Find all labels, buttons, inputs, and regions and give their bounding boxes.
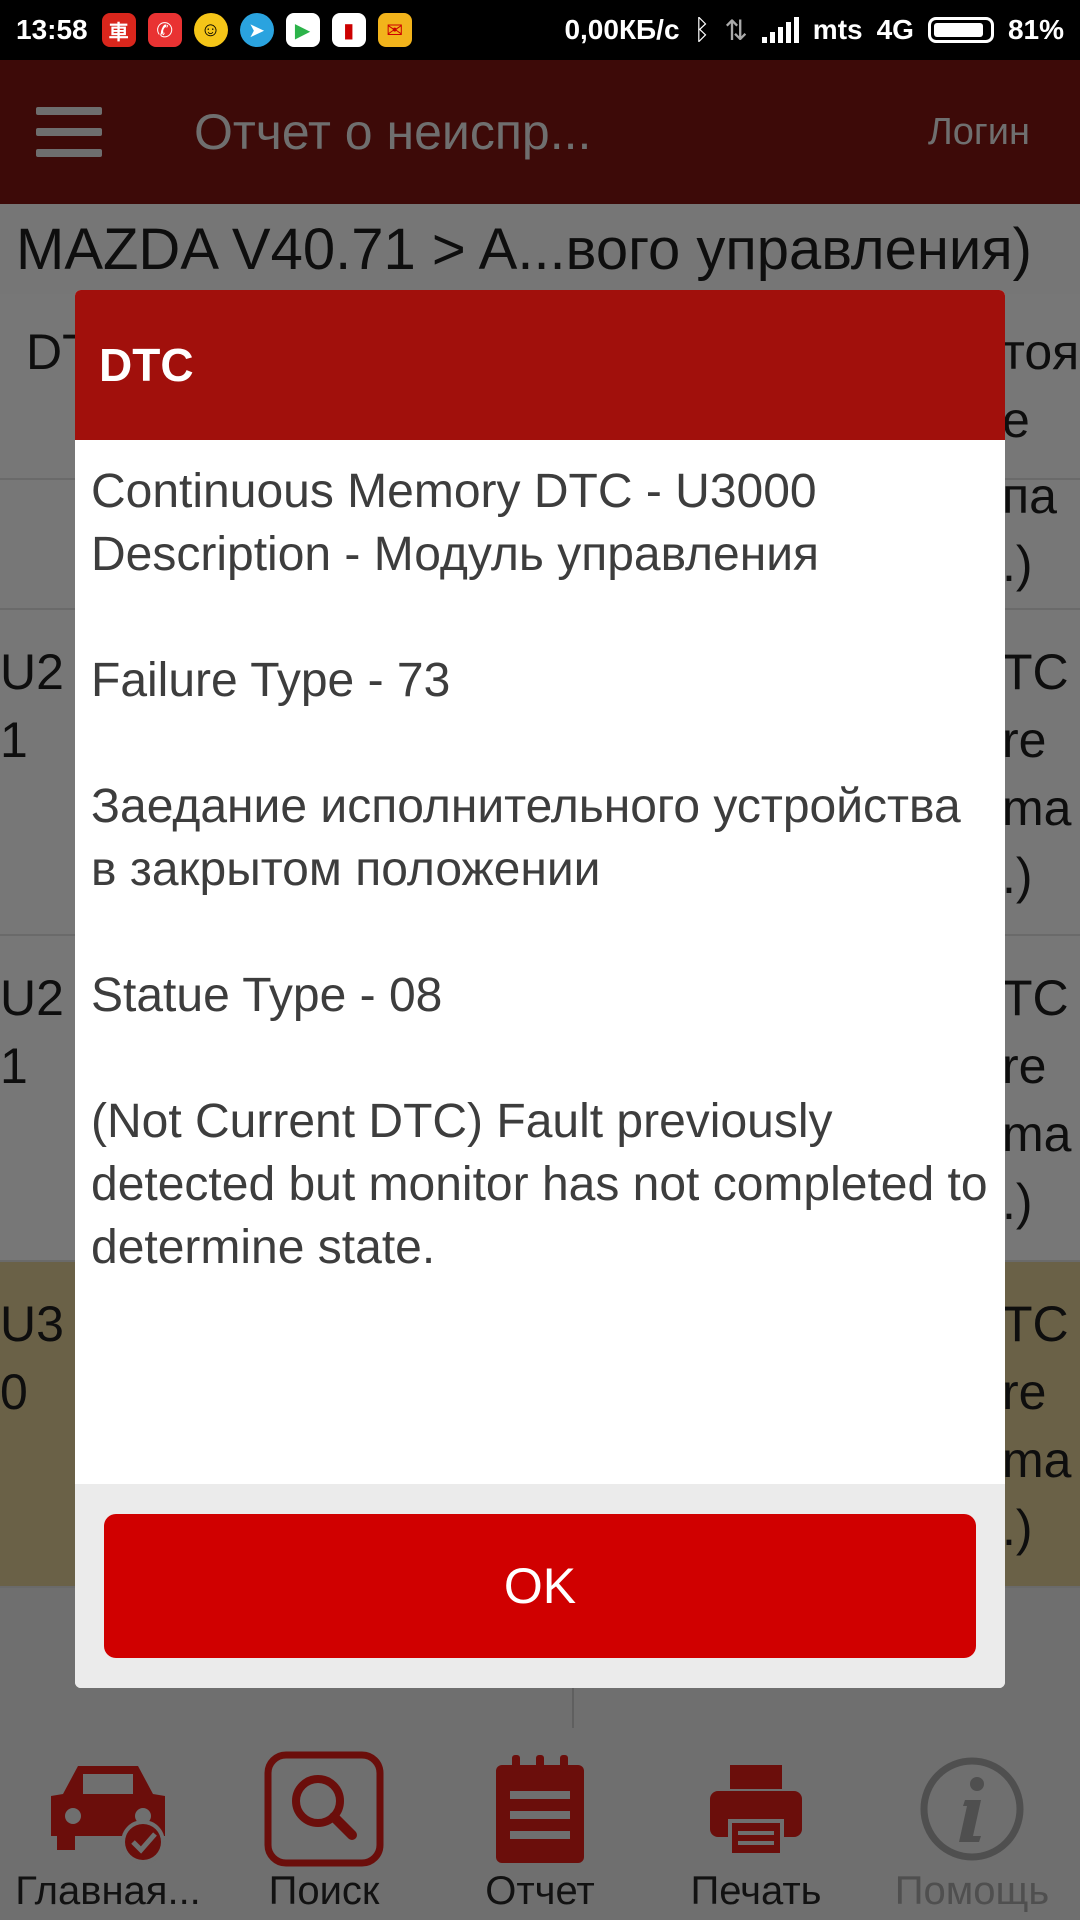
page-title: Отчет о неиспр... [194,104,592,160]
data-arrows-icon: ⇅ [724,14,748,46]
table-header-right: тоя e [1002,324,1080,448]
toolbar-search[interactable]: Поиск [216,1728,432,1920]
dtc-summary: Continuous Memory DTC - U3000 Descriptio… [91,460,989,586]
network-type: 4G [876,14,914,45]
toolbar-print[interactable]: Печать [648,1728,864,1920]
dtc-code-line: Continuous Memory DTC - U3000 [91,465,817,518]
phone-icon: ✆ [147,13,182,47]
toolbar-home-label: Главная... [15,1869,201,1913]
telegram-icon: ➤ [239,13,274,47]
statue-type: Statue Type - 08 [91,969,443,1022]
play-store-icon: ▶ [285,13,320,47]
mail-icon: ✉ [377,13,412,47]
app-bar: Отчет о неиспр... Логин [0,60,1080,204]
car-app-icon: 車 [101,13,136,47]
menu-icon[interactable] [36,107,102,157]
statue-description: (Not Current DTC) Fault previously detec… [91,1095,988,1274]
status-bar: 13:58 車 ✆ ☺ ➤ ▶ ▮ ✉ 0,00КБ/с ᛒ ⇅ mts 4G … [0,0,1080,60]
dialog-title: DTC [75,290,1005,440]
bluetooth-icon: ᛒ [693,14,711,45]
toolbar-search-label: Поиск [268,1869,380,1913]
signal-icon [761,17,799,43]
status-time: 13:58 [16,14,88,45]
app-icon: ▮ [331,13,366,47]
search-icon [264,1749,384,1869]
failure-description: Заедание исполнительного устройства в за… [91,780,961,896]
login-button[interactable]: Логин [928,111,1030,154]
smiley-icon: ☺ [193,13,228,47]
printer-icon [706,1749,806,1869]
notification-icons: 車 ✆ ☺ ➤ ▶ ▮ ✉ [101,13,412,47]
toolbar-help-label: Помощь [894,1869,1050,1913]
toolbar-report[interactable]: Отчет [432,1728,648,1920]
network-speed: 0,00КБ/с [564,14,680,45]
toolbar-print-label: Печать [690,1869,822,1913]
ok-button[interactable]: OK [104,1514,976,1658]
dialog-footer: OK [75,1484,1005,1688]
failure-type: Failure Type - 73 [91,654,451,707]
dtc-description-line: Description - Модуль управления [91,528,820,581]
dialog-body: Continuous Memory DTC - U3000 Descriptio… [75,440,1005,1279]
bottom-toolbar: Главная... Поиск Отчет Печать Помощь [0,1728,1080,1920]
car-icon [43,1749,173,1869]
toolbar-report-label: Отчет [485,1869,595,1913]
status-right: 0,00КБ/с ᛒ ⇅ mts 4G 81% [564,14,1064,47]
toolbar-home[interactable]: Главная... [0,1728,216,1920]
info-icon [917,1749,1027,1869]
battery-icon [927,17,994,43]
dtc-dialog: DTC Continuous Memory DTC - U3000 Descri… [75,290,1005,1688]
battery-percent: 81% [1007,14,1064,45]
carrier-name: mts [812,14,863,45]
report-icon [490,1749,590,1869]
breadcrumb: MAZDA V40.71 > A...вого управления) [0,204,1080,294]
screen: 13:58 車 ✆ ☺ ➤ ▶ ▮ ✉ 0,00КБ/с ᛒ ⇅ mts 4G … [0,0,1080,1920]
toolbar-help[interactable]: Помощь [864,1728,1080,1920]
